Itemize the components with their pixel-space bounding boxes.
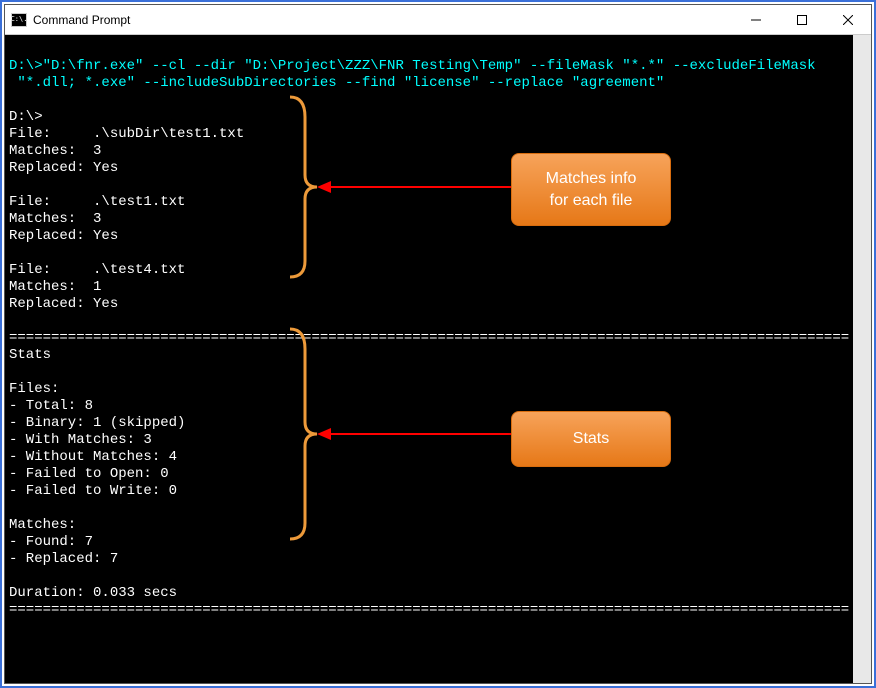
file-entry: File: .\test1.txt Matches: 3 Replaced: Y… <box>9 194 185 244</box>
files-stats-header: Files: <box>9 381 59 397</box>
matches-stat-line: - Found: 7 <box>9 534 93 550</box>
close-button[interactable] <box>825 5 871 34</box>
file-entry: File: .\test4.txt Matches: 1 Replaced: Y… <box>9 262 185 312</box>
maximize-button[interactable] <box>779 5 825 34</box>
matches-stats-header: Matches: <box>9 517 76 533</box>
matches-stat-line: - Replaced: 7 <box>9 551 118 567</box>
divider: ========================================… <box>9 602 849 618</box>
brace-annotation <box>285 93 325 281</box>
minimize-button[interactable] <box>733 5 779 34</box>
brace-annotation <box>285 325 325 543</box>
arrow-annotation <box>317 180 513 194</box>
files-stat-line: - Failed to Open: 0 <box>9 466 169 482</box>
prompt: D:\> <box>9 109 43 125</box>
files-stat-line: - Without Matches: 4 <box>9 449 177 465</box>
files-stat-line: - Failed to Write: 0 <box>9 483 177 499</box>
duration-line: Duration: 0.033 secs <box>9 585 177 601</box>
files-stat-line: - Total: 8 <box>9 398 93 414</box>
command-text: D:\>"D:\fnr.exe" --cl --dir "D:\Project\… <box>9 58 816 91</box>
file-entry: File: .\subDir\test1.txt Matches: 3 Repl… <box>9 126 244 176</box>
stats-header: Stats <box>9 347 51 363</box>
callout-stats: Stats <box>511 411 671 467</box>
files-stat-line: - With Matches: 3 <box>9 432 152 448</box>
callout-matches-info: Matches info for each file <box>511 153 671 226</box>
cmd-icon: C:\. <box>11 13 27 27</box>
arrow-annotation <box>317 427 513 441</box>
files-stat-line: - Binary: 1 (skipped) <box>9 415 185 431</box>
titlebar: C:\. Command Prompt <box>5 5 871 35</box>
divider: ========================================… <box>9 330 849 346</box>
console-output[interactable]: D:\>"D:\fnr.exe" --cl --dir "D:\Project\… <box>5 35 871 683</box>
window-title: Command Prompt <box>33 13 130 27</box>
